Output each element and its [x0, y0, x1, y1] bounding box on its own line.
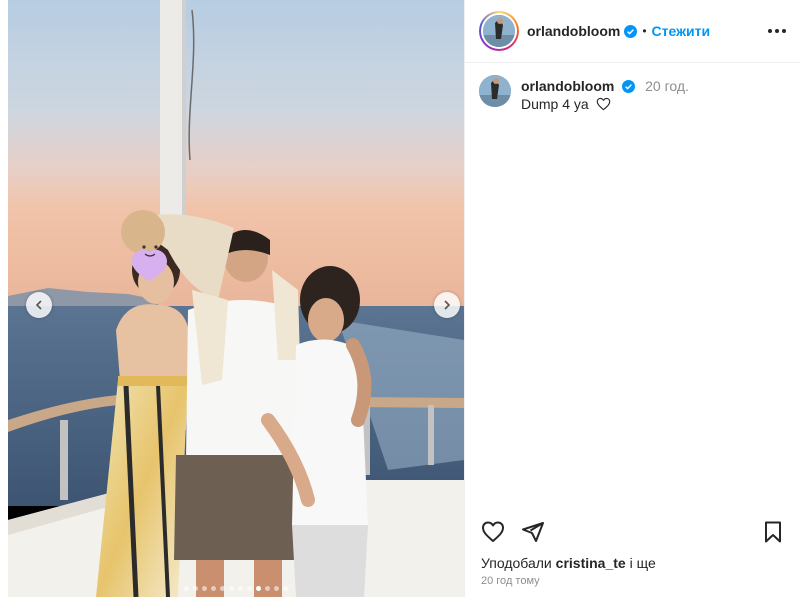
- verified-badge-icon: [624, 24, 638, 38]
- bookmark-icon[interactable]: [761, 520, 785, 544]
- carousel-indicator: [8, 586, 464, 591]
- carousel-dot: [229, 586, 234, 591]
- carousel-dot: [256, 586, 261, 591]
- carousel-dot: [238, 586, 243, 591]
- chevron-right-icon: [444, 300, 451, 310]
- instagram-post: orlandobloom • Стежити orlandobloom 20 г…: [0, 0, 800, 597]
- likes-suffix[interactable]: і ще: [626, 555, 656, 571]
- likes-summary[interactable]: Уподобали cristina_te і ще: [481, 555, 656, 571]
- post-timestamp[interactable]: 20 год тому: [481, 575, 540, 587]
- post-actions: [465, 518, 800, 546]
- avatar-image: [479, 75, 511, 107]
- next-slide-button[interactable]: [434, 292, 460, 318]
- story-ring[interactable]: [479, 11, 519, 51]
- heart-outline-icon: [596, 97, 610, 111]
- carousel-dot: [220, 586, 225, 591]
- carousel-dot: [184, 586, 189, 591]
- more-dot-icon: [775, 29, 779, 33]
- caption-time[interactable]: 20 год.: [645, 78, 689, 94]
- post-photo: [8, 0, 464, 597]
- post-side-panel: orlandobloom • Стежити orlandobloom 20 г…: [464, 0, 800, 597]
- caption-username[interactable]: orlandobloom: [521, 78, 614, 94]
- carousel-dot: [283, 586, 288, 591]
- carousel-dot: [202, 586, 207, 591]
- carousel-dot: [274, 586, 279, 591]
- carousel-dot: [265, 586, 270, 591]
- post-header: orlandobloom • Стежити: [465, 0, 800, 63]
- caption-text: Dump 4 ya: [521, 96, 589, 112]
- carousel-dot: [247, 586, 252, 591]
- header-separator: •: [642, 24, 647, 38]
- carousel-dot: [193, 586, 198, 591]
- more-options-button[interactable]: [768, 29, 786, 33]
- chevron-left-icon: [35, 300, 42, 310]
- more-dot-icon: [768, 29, 772, 33]
- previous-slide-button[interactable]: [26, 292, 52, 318]
- likes-user[interactable]: cristina_te: [556, 555, 626, 571]
- like-heart-icon[interactable]: [481, 520, 505, 544]
- author-avatar[interactable]: [483, 15, 515, 47]
- verified-badge-icon: [622, 80, 636, 93]
- more-dot-icon: [782, 29, 786, 33]
- share-send-icon[interactable]: [521, 520, 545, 544]
- avatar-image: [483, 15, 515, 47]
- likes-prefix: Уподобали: [481, 555, 556, 571]
- carousel-dot: [211, 586, 216, 591]
- follow-button[interactable]: Стежити: [652, 23, 711, 39]
- post-caption: orlandobloom 20 год. Dump 4 ya: [465, 63, 800, 125]
- author-username[interactable]: orlandobloom: [527, 23, 620, 39]
- caption-avatar[interactable]: [479, 75, 511, 107]
- post-media[interactable]: [8, 0, 464, 597]
